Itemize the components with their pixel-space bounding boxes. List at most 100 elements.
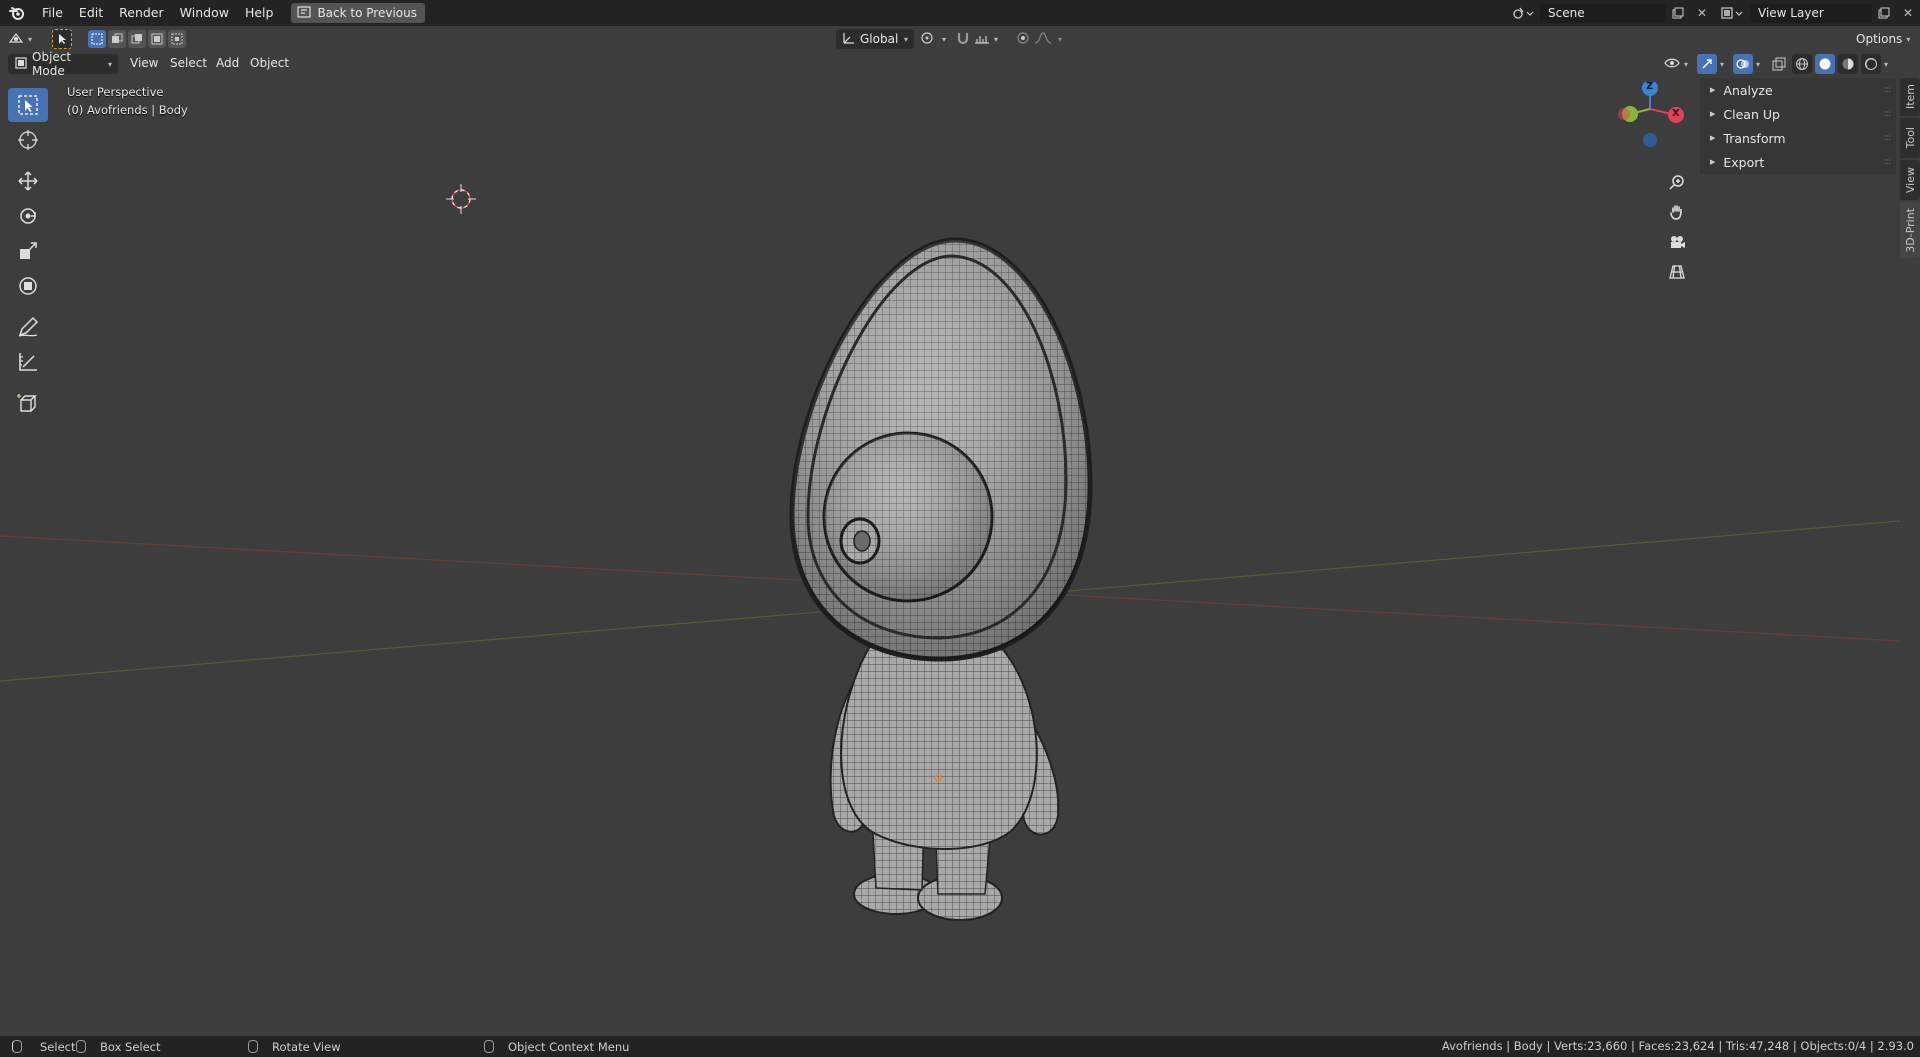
delete-scene-icon[interactable]: ✕ <box>1690 4 1714 23</box>
scene-statistics: Avofriends | Body | Verts:23,660 | Faces… <box>1441 1039 1914 1053</box>
selection-set-icon[interactable] <box>88 30 106 48</box>
tab-tool-label: Tool <box>1903 127 1917 149</box>
menu-edit[interactable]: Edit <box>71 0 111 26</box>
panel-transform[interactable]: ▶ Transform ::: <box>1700 126 1896 150</box>
scene-name-field[interactable]: Scene <box>1540 3 1666 23</box>
status-bar: Select Box Select Rotate View Object Con… <box>0 1036 1920 1057</box>
3d-cursor-icon[interactable] <box>446 184 476 214</box>
solid-shading-icon[interactable] <box>1815 54 1835 74</box>
selection-intersect-icon[interactable] <box>168 30 186 48</box>
panel-export[interactable]: ▶ Export ::: <box>1700 150 1896 174</box>
chevron-down-icon[interactable]: ▾ <box>1720 60 1730 69</box>
tab-view[interactable]: View <box>1900 160 1920 200</box>
chevron-down-icon: ▾ <box>107 59 112 69</box>
selection-extend-icon[interactable] <box>108 30 126 48</box>
collapsed-triangle-icon: ▶ <box>1710 110 1716 118</box>
drag-grip-icon[interactable]: ::: <box>1884 133 1891 143</box>
perspective-toggle-grid-icon[interactable] <box>1663 258 1691 286</box>
scale-tool-icon[interactable] <box>8 234 48 268</box>
mouse-middle-icon <box>248 1040 258 1053</box>
drag-grip-icon[interactable]: ::: <box>1884 85 1891 95</box>
snapping-dropdown[interactable]: ▾ <box>956 29 998 49</box>
transform-tool-icon[interactable] <box>8 269 48 303</box>
annotate-tool-icon[interactable] <box>8 310 48 344</box>
menu-object[interactable]: Object <box>242 51 297 75</box>
status-rotate-label: Rotate View <box>272 1039 341 1054</box>
selection-invert-icon[interactable] <box>148 30 166 48</box>
view-layer-type-icon[interactable] <box>1714 4 1750 23</box>
xray-toggle-icon[interactable] <box>1769 54 1789 74</box>
add-cube-tool-icon[interactable] <box>8 386 48 420</box>
collapsed-triangle-icon: ▶ <box>1710 86 1716 94</box>
camera-view-icon[interactable] <box>1663 228 1691 256</box>
panel-analyze-label: Analyze <box>1723 82 1773 98</box>
snap-increment-icon <box>974 31 990 48</box>
pan-view-hand-icon[interactable] <box>1663 198 1691 226</box>
wireframe-shading-icon[interactable] <box>1792 54 1812 74</box>
pivot-point-dropdown[interactable]: ▾ <box>920 29 946 49</box>
tab-view-label: View <box>1903 166 1917 194</box>
status-box-select-label: Box Select <box>100 1039 161 1054</box>
new-view-layer-icon[interactable] <box>1872 4 1896 23</box>
panel-export-label: Export <box>1723 154 1765 170</box>
tool-header: ▾ Global ▾ ▾ ▾ ▾ Options ▾ <box>0 26 1920 52</box>
status-box-select-hint: Box Select <box>76 1036 161 1057</box>
tab-tool[interactable]: Tool <box>1900 118 1920 158</box>
new-scene-icon[interactable] <box>1666 4 1690 23</box>
tab-3d-print[interactable]: 3D-Print <box>1900 202 1920 258</box>
menu-window[interactable]: Window <box>172 0 237 26</box>
avofriends-mesh[interactable] <box>789 237 1093 921</box>
view-layer-field[interactable]: View Layer <box>1750 3 1872 23</box>
scene-selector-group: Scene ✕ View Layer ✕ <box>1506 0 1920 26</box>
tab-item-label: Item <box>1903 84 1917 110</box>
delete-view-layer-icon[interactable]: ✕ <box>1896 4 1920 23</box>
menu-help[interactable]: Help <box>237 0 282 26</box>
chevron-down-icon: ▾ <box>1906 34 1911 44</box>
measure-tool-icon[interactable] <box>8 345 48 379</box>
selection-mode-buttons <box>88 30 186 48</box>
viewport-object-info: (0) Avofriends | Body <box>67 103 188 117</box>
visibility-dropdown[interactable]: ▾ <box>1664 54 1694 74</box>
back-to-previous-button[interactable]: Back to Previous <box>291 3 425 23</box>
sidebar-tabs: Item Tool View 3D-Print <box>1900 78 1920 260</box>
eye-icon <box>1664 57 1680 72</box>
overlays-toggle-icon[interactable] <box>1733 54 1753 74</box>
transform-orientation-label: Global <box>860 32 899 46</box>
editor-type-dropdown[interactable]: ▾ <box>8 29 32 49</box>
selection-subtract-icon[interactable] <box>128 30 146 48</box>
move-tool-icon[interactable] <box>8 164 48 198</box>
gizmo-toggle-icon[interactable] <box>1697 54 1717 74</box>
zoom-view-icon[interactable] <box>1663 168 1691 196</box>
menu-view[interactable]: View <box>122 51 166 75</box>
scene-type-icon[interactable] <box>1506 4 1540 23</box>
options-dropdown[interactable]: Options ▾ <box>1852 29 1914 49</box>
navigation-gizmo[interactable]: Z X <box>1610 80 1690 162</box>
blender-logo-icon[interactable] <box>0 0 34 26</box>
chevron-down-icon: ▾ <box>1684 59 1689 69</box>
select-box-tool-icon[interactable] <box>8 88 48 122</box>
rendered-shading-icon[interactable] <box>1861 54 1881 74</box>
sidebar-panel: ▶ Analyze ::: ▶ Clean Up ::: ▶ Transform… <box>1700 78 1896 174</box>
material-preview-icon[interactable] <box>1838 54 1858 74</box>
tab-item[interactable]: Item <box>1900 78 1920 116</box>
proportional-editing-group[interactable]: ▾ <box>1016 29 1062 49</box>
rotate-tool-icon[interactable] <box>8 199 48 233</box>
chevron-down-icon[interactable]: ▾ <box>1884 60 1894 69</box>
panel-analyze[interactable]: ▶ Analyze ::: <box>1700 78 1896 102</box>
status-select-hint: Select <box>12 1036 75 1057</box>
select-tool-indicator-icon[interactable] <box>52 29 72 49</box>
transform-orientation-dropdown[interactable]: Global ▾ <box>836 29 914 49</box>
back-to-previous-label: Back to Previous <box>317 6 417 20</box>
menu-render[interactable]: Render <box>111 0 172 26</box>
back-icon <box>297 5 312 21</box>
mouse-left-icon <box>12 1040 22 1053</box>
3d-viewport[interactable]: User Perspective (0) Avofriends | Body Z… <box>0 76 1900 1036</box>
panel-clean-up[interactable]: ▶ Clean Up ::: <box>1700 102 1896 126</box>
object-mode-dropdown[interactable]: Object Mode ▾ <box>8 50 118 78</box>
drag-grip-icon[interactable]: ::: <box>1884 109 1891 119</box>
menu-file[interactable]: File <box>34 0 71 26</box>
chevron-down-icon[interactable]: ▾ <box>1756 60 1766 69</box>
cursor-tool-icon[interactable] <box>8 123 48 157</box>
drag-grip-icon[interactable]: ::: <box>1884 157 1891 167</box>
collapsed-triangle-icon: ▶ <box>1710 158 1716 166</box>
